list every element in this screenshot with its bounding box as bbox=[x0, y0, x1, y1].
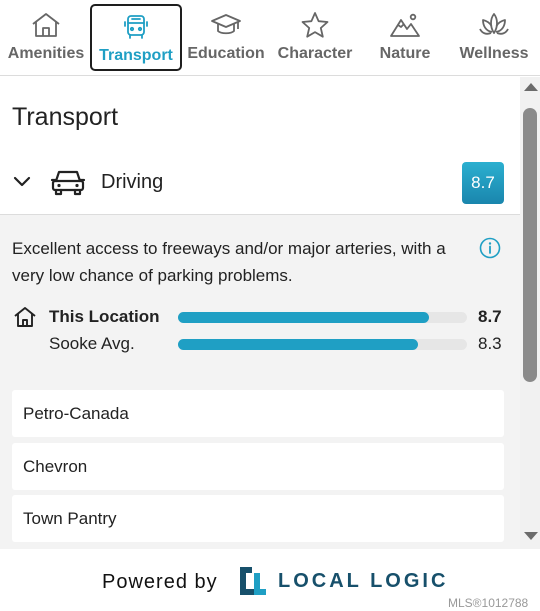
driving-accordion-header[interactable]: Driving 8.7 bbox=[0, 161, 520, 205]
tab-character[interactable]: Character bbox=[270, 4, 360, 71]
tab-label: Nature bbox=[379, 45, 431, 62]
place-list-item[interactable]: Town Pantry bbox=[12, 495, 504, 542]
scrollbar-thumb[interactable] bbox=[523, 108, 537, 382]
comparison-value: 8.7 bbox=[478, 307, 502, 326]
mountain-icon bbox=[388, 10, 422, 40]
house-icon bbox=[29, 10, 63, 40]
comparison-row-area-average: Sooke Avg. 8.3 bbox=[0, 333, 520, 357]
score-bar-track bbox=[178, 312, 467, 323]
star-icon bbox=[298, 10, 332, 40]
panel-scrollbar[interactable] bbox=[520, 77, 540, 549]
local-logic-logo-icon bbox=[240, 567, 266, 595]
lotus-icon bbox=[477, 10, 511, 40]
tab-transport[interactable]: Transport bbox=[90, 4, 182, 71]
score-bar-fill bbox=[178, 312, 430, 323]
info-icon[interactable] bbox=[479, 237, 501, 259]
scroll-down-arrow-icon[interactable] bbox=[524, 532, 538, 540]
tab-education[interactable]: Education bbox=[181, 4, 271, 71]
tab-amenities[interactable]: Amenities bbox=[1, 4, 91, 71]
scroll-up-arrow-icon[interactable] bbox=[524, 83, 538, 91]
driving-score-badge: 8.7 bbox=[462, 162, 504, 204]
car-icon bbox=[50, 170, 86, 196]
comparison-label: Sooke Avg. bbox=[49, 334, 135, 353]
tab-label: Wellness bbox=[459, 45, 529, 62]
powered-by-text: Powered by bbox=[102, 571, 218, 593]
local-logic-brand-text: LOCAL LOGIC bbox=[278, 570, 449, 592]
bus-icon bbox=[119, 12, 153, 42]
driving-description: Excellent access to freeways and/or majo… bbox=[12, 239, 446, 285]
home-icon bbox=[14, 307, 36, 327]
tab-nature[interactable]: Nature bbox=[360, 4, 450, 71]
driving-label: Driving bbox=[101, 171, 164, 193]
tab-wellness[interactable]: Wellness bbox=[449, 4, 539, 71]
place-list-item[interactable]: Chevron bbox=[12, 443, 504, 490]
score-bar-track bbox=[178, 339, 467, 350]
footer: Powered by LOCAL LOGIC MLS®1012788 bbox=[0, 549, 540, 611]
comparison-label: This Location bbox=[49, 307, 160, 326]
transport-panel: Transport Driving 8.7 Excellent access t… bbox=[0, 77, 520, 549]
graduation-cap-icon bbox=[209, 10, 243, 40]
chevron-down-icon bbox=[13, 176, 31, 187]
comparison-row-this-location: This Location 8.7 bbox=[0, 306, 520, 330]
category-tab-bar: Amenities Transport Education Character bbox=[0, 0, 540, 76]
panel-title: Transport bbox=[12, 103, 119, 131]
panel-header: Transport Driving 8.7 bbox=[0, 77, 520, 215]
score-bar-fill bbox=[178, 339, 418, 350]
tab-label: Amenities bbox=[7, 45, 85, 62]
comparison-value: 8.3 bbox=[478, 334, 502, 353]
tab-label: Character bbox=[277, 45, 353, 62]
tab-label: Education bbox=[187, 45, 265, 62]
mls-number: MLS®1012788 bbox=[448, 596, 529, 610]
tab-label: Transport bbox=[99, 47, 173, 64]
place-list-item[interactable]: Petro-Canada bbox=[12, 390, 504, 437]
